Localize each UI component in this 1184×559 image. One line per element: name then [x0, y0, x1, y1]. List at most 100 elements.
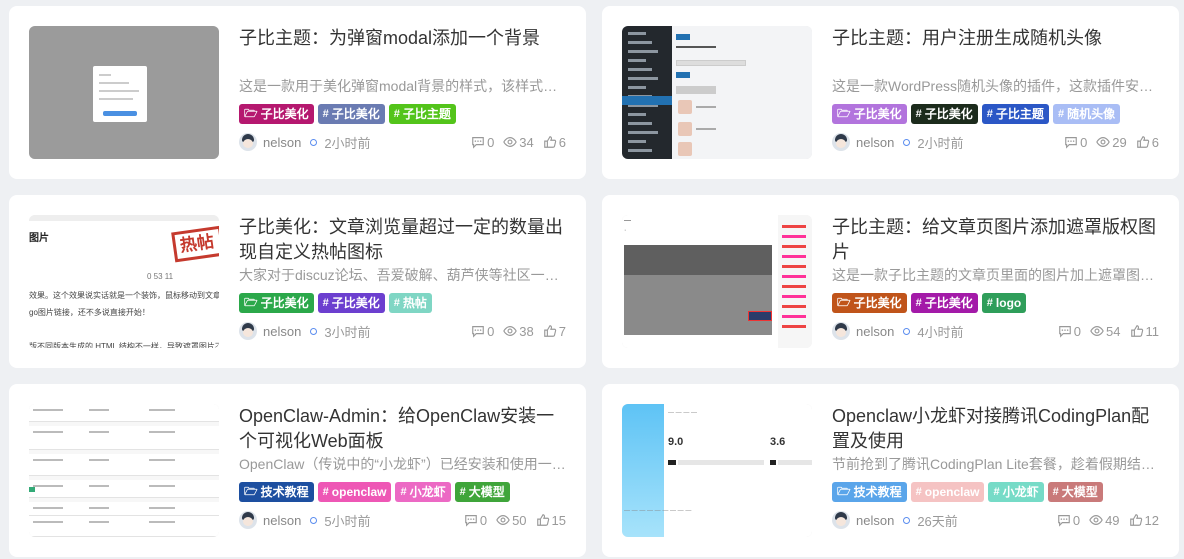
like-count[interactable]: 15: [536, 513, 566, 528]
tag-label: openclaw: [331, 485, 387, 499]
tag-badge[interactable]: # 子比美化: [317, 104, 385, 124]
tag-badge[interactable]: # 大模型: [1047, 482, 1103, 502]
avatar[interactable]: [832, 133, 850, 151]
comment-count-value: 0: [487, 323, 495, 339]
post-thumbnail[interactable]: — ·: [622, 215, 812, 348]
tag-label: 热帖: [402, 296, 427, 310]
post-excerpt: 大家对于discuz论坛、吾爱破解、葫芦侠等社区一定都不陌生吧。: [239, 267, 566, 283]
tag-badge[interactable]: 🗁 子比美化: [832, 104, 907, 124]
thumb-number: 3.6: [770, 436, 786, 448]
hash-icon: #: [393, 108, 400, 120]
eye-icon: [1090, 326, 1104, 336]
time-dot-icon: [903, 327, 911, 335]
tag-badge[interactable]: # 子比美化: [910, 293, 978, 313]
avatar[interactable]: [239, 511, 257, 529]
author-name[interactable]: nelson: [856, 135, 894, 150]
post-card[interactable]: — — — —9.0 3.6— — — — — — — — — Openclaw小…: [602, 384, 1179, 557]
post-thumbnail[interactable]: [29, 404, 219, 537]
avatar[interactable]: [239, 133, 257, 151]
post-thumbnail[interactable]: [29, 26, 219, 159]
author-name[interactable]: nelson: [856, 513, 894, 528]
post-stats: 0 54 11: [1058, 324, 1159, 339]
post-excerpt: 这是一款WordPress随机头像的插件，这款插件安装后用户注册时会随机分配头像…: [832, 78, 1159, 94]
post-thumbnail[interactable]: — — — —9.0 3.6— — — — — — — — —: [622, 404, 812, 537]
view-count-value: 54: [1106, 323, 1121, 339]
post-title[interactable]: 子比主题：为弹窗modal添加一个背景: [239, 26, 566, 76]
tag-label: 小龙虾: [409, 485, 446, 499]
post-tags: 🗁 子比美化 # 子比美化 # logo: [832, 293, 1159, 313]
hash-icon: #: [459, 486, 466, 498]
post-grid: 子比主题：为弹窗modal添加一个背景 这是一款用于美化弹窗modal背景的样式…: [0, 0, 1184, 559]
tag-badge[interactable]: 🗁 子比美化: [239, 104, 314, 124]
post-thumbnail[interactable]: [622, 26, 812, 159]
view-count: 50: [496, 513, 527, 528]
post-title[interactable]: Openclaw小龙虾对接腾讯CodingPlan配置及使用: [832, 404, 1159, 454]
tag-badge[interactable]: # logo: [981, 293, 1027, 313]
post-card[interactable]: OpenClaw-Admin：给OpenClaw安装一个可视化Web面板 Ope…: [9, 384, 586, 557]
post-thumbnail[interactable]: 图片 热帖 0 53 11 效果。这个效果说实话就是一个装饰，鼠标移动到文章中 go图片…: [29, 215, 219, 348]
like-count[interactable]: 11: [1130, 324, 1159, 339]
comment-count: 0: [471, 324, 494, 339]
tag-badge[interactable]: # 小龙虾: [988, 482, 1044, 502]
avatar[interactable]: [239, 322, 257, 340]
post-title[interactable]: OpenClaw-Admin：给OpenClaw安装一个可视化Web面板: [239, 404, 566, 454]
post-tags: 🗁 子比美化 # 子比美化 # 子比主题: [239, 104, 566, 124]
view-count: 34: [503, 135, 534, 150]
avatar[interactable]: [832, 511, 850, 529]
author-name[interactable]: nelson: [856, 324, 894, 339]
post-stats: 0 38 7: [471, 324, 566, 339]
post-title[interactable]: 子比主题：用户注册生成随机头像: [832, 26, 1159, 76]
tag-badge[interactable]: 🗁 技术教程: [832, 482, 907, 502]
tag-badge[interactable]: 🗁 子比美化: [832, 293, 907, 313]
post-card[interactable]: 图片 热帖 0 53 11 效果。这个效果说实话就是一个装饰，鼠标移动到文章中 go图片…: [9, 195, 586, 368]
tag-badge[interactable]: # 子比美化: [317, 293, 385, 313]
like-count[interactable]: 6: [1136, 135, 1159, 150]
thumbs-up-icon: [1130, 325, 1143, 337]
like-count[interactable]: 12: [1129, 513, 1159, 528]
post-card[interactable]: 子比主题：用户注册生成随机头像 这是一款WordPress随机头像的插件，这款插…: [602, 6, 1179, 179]
post-excerpt: 这是一款用于美化弹窗modal背景的样式，该样式可以让弹窗更加美观。: [239, 78, 566, 94]
avatar[interactable]: [832, 322, 850, 340]
tag-badge[interactable]: # 小龙虾: [395, 482, 451, 502]
like-count-value: 6: [558, 134, 566, 150]
author-name[interactable]: nelson: [263, 135, 301, 150]
comment-count: 0: [1057, 513, 1080, 528]
post-body: OpenClaw-Admin：给OpenClaw安装一个可视化Web面板 Ope…: [239, 404, 566, 537]
time-dot-icon: [310, 327, 318, 335]
like-count[interactable]: 7: [543, 324, 566, 339]
post-title[interactable]: 子比美化：文章浏览量超过一定的数量出现自定义热帖图标: [239, 215, 566, 265]
like-count[interactable]: 6: [543, 135, 566, 150]
like-count-value: 6: [1151, 134, 1159, 150]
tag-badge[interactable]: # 子比主题: [981, 104, 1049, 124]
post-excerpt: 这是一款子比主题的文章页里面的图片加上遮罩图片的效果。: [832, 267, 1159, 283]
tag-badge[interactable]: # 子比美化: [910, 104, 978, 124]
thumb-number: 9.0: [668, 436, 684, 448]
post-card[interactable]: — · 子比主题：给文章页图片添加遮罩版权图片 这是一款子比主题的文章页里面的图片…: [602, 195, 1179, 368]
tag-badge[interactable]: # 子比主题: [388, 104, 456, 124]
hash-icon: #: [986, 297, 993, 309]
post-time: 2小时前: [324, 135, 371, 151]
post-body: Openclaw小龙虾对接腾讯CodingPlan配置及使用 节前抢到了腾讯Co…: [832, 404, 1159, 537]
tag-badge[interactable]: 🗁 技术教程: [239, 482, 314, 502]
author-name[interactable]: nelson: [263, 324, 301, 339]
thumb-heading: 图片: [29, 233, 49, 244]
tag-badge[interactable]: 🗁 子比美化: [239, 293, 314, 313]
hash-icon: #: [322, 108, 329, 120]
comment-count-value: 0: [487, 134, 495, 150]
tag-badge[interactable]: # 大模型: [454, 482, 510, 502]
tag-label: 子比美化: [924, 107, 973, 121]
tag-badge[interactable]: # 热帖: [388, 293, 432, 313]
post-title[interactable]: 子比主题：给文章页图片添加遮罩版权图片: [832, 215, 1159, 265]
tag-badge[interactable]: # 随机头像: [1052, 104, 1121, 124]
tag-badge[interactable]: # openclaw: [910, 482, 985, 502]
tag-badge[interactable]: # openclaw: [317, 482, 392, 502]
tag-label: 子比美化: [331, 296, 380, 310]
author-name[interactable]: nelson: [263, 513, 301, 528]
tag-label: 技术教程: [260, 485, 309, 499]
post-card[interactable]: 子比主题：为弹窗modal添加一个背景 这是一款用于美化弹窗modal背景的样式…: [9, 6, 586, 179]
post-meta: nelson 3小时前 0 38 7: [239, 321, 566, 341]
thumb-counts: 0 53 11: [147, 272, 174, 281]
post-meta: nelson 26天前 0 49 12: [832, 510, 1159, 530]
post-meta: nelson 5小时前 0 50 15: [239, 510, 566, 530]
view-count-value: 38: [519, 323, 534, 339]
